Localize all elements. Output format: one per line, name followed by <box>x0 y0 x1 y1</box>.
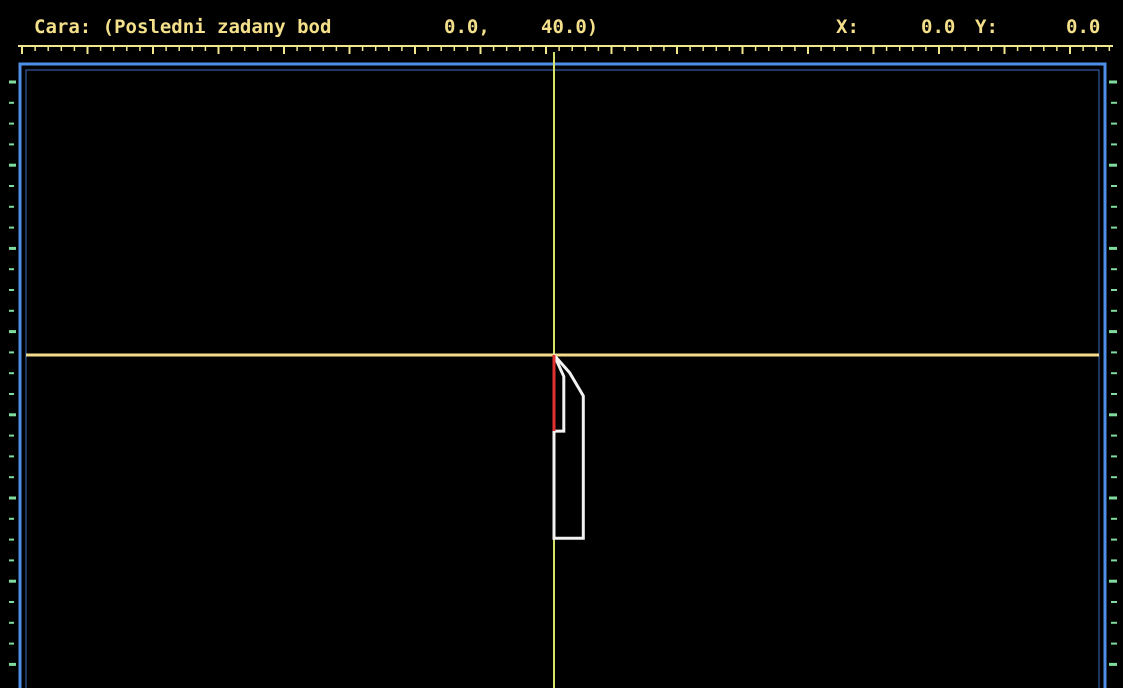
cad-screen: Cara: (Posledni zadany bod 0.0, 40.0) X:… <box>0 0 1123 688</box>
tool-contour[interactable] <box>552 354 585 540</box>
right-scale-ticks <box>1109 80 1117 666</box>
drawing-viewport[interactable] <box>0 0 1123 688</box>
left-scale-ticks <box>9 80 16 666</box>
ruler-ticks <box>21 46 1111 54</box>
